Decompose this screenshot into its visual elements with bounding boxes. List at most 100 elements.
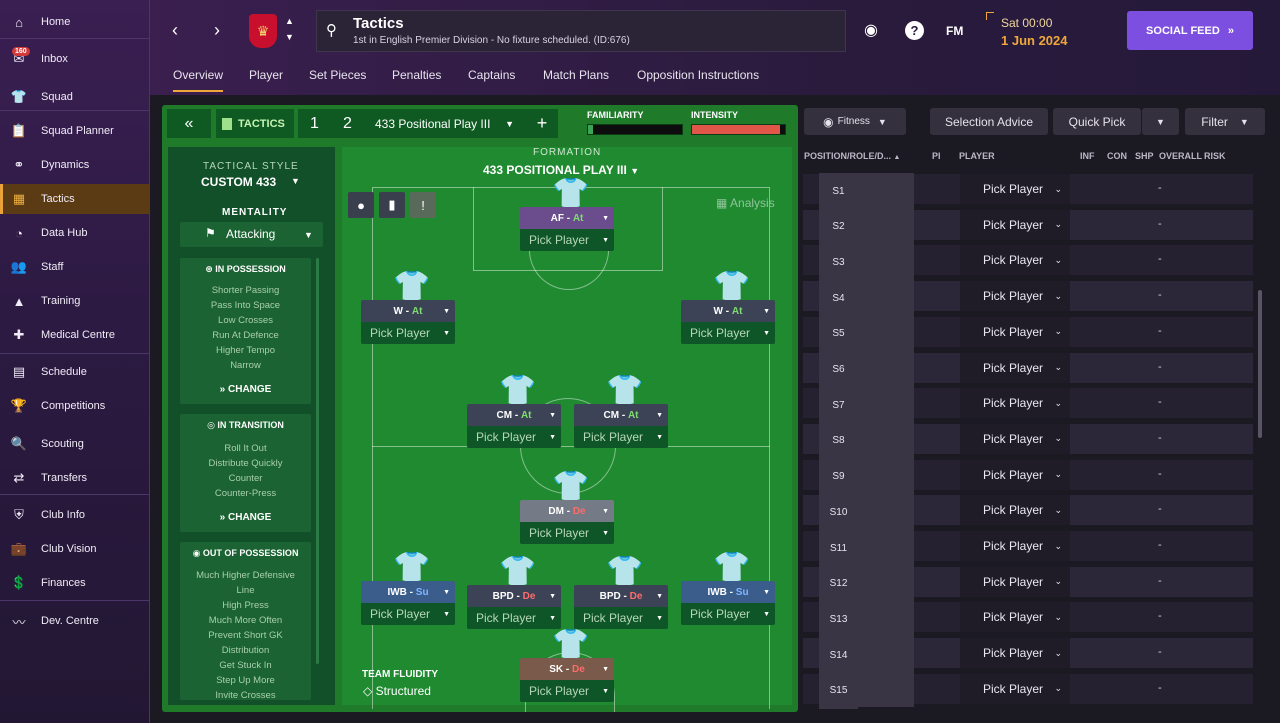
player-picker[interactable]: Pick Player ⌄ [960, 495, 1070, 526]
sidebar-item-inbox[interactable]: ✉ 160 Inbox [0, 44, 150, 74]
sidebar-item-home[interactable]: ⌂ Home [0, 7, 150, 37]
player-picker[interactable]: Pick Player ⌄ [960, 174, 1070, 204]
player-picker[interactable]: Pick Player ⌄ [960, 352, 1070, 383]
game-date[interactable]: 1 Jun 2024 [1001, 33, 1068, 48]
sidebar-item-club-vision[interactable]: 💼 Club Vision [0, 534, 150, 564]
instructions-scrollbar[interactable] [316, 258, 319, 664]
sidebar-item-data-hub[interactable]: ◔ Data Hub [0, 218, 150, 248]
column-header-pi[interactable]: PI [932, 151, 941, 161]
collapse-panel-button[interactable]: « [167, 109, 211, 138]
player-picker[interactable]: Pick Player ⌄ [960, 673, 1070, 704]
sidebar-item-tactics[interactable]: ▦ Tactics [0, 184, 150, 214]
tactic-name-dropdown[interactable]: 433 Positional Play III ▼ [364, 109, 526, 138]
pick-player-dropdown[interactable]: Pick Player ▼ [361, 603, 455, 625]
pick-player-dropdown[interactable]: Pick Player ▼ [467, 426, 561, 448]
tab-opposition-instructions[interactable]: Opposition Instructions [637, 68, 759, 82]
change-in-possession-button[interactable]: » CHANGE [180, 384, 311, 395]
sidebar-item-training[interactable]: ▲ Training [0, 286, 150, 316]
pick-player-dropdown[interactable]: Pick Player ▼ [574, 426, 668, 448]
column-header-risk[interactable]: RISK [1204, 151, 1226, 161]
player-picker[interactable]: Pick Player ⌄ [960, 209, 1070, 240]
sidebar-item-staff[interactable]: 👥 Staff [0, 252, 150, 282]
player-picker[interactable]: Pick Player ⌄ [960, 638, 1070, 669]
player-shirt-icon[interactable]: 👕 [552, 177, 589, 211]
column-header-shp[interactable]: SHP [1135, 151, 1154, 161]
tactic-slot-1[interactable]: 1 [298, 109, 331, 138]
quick-pick-button[interactable]: Quick Pick [1053, 108, 1141, 135]
player-shirt-icon[interactable]: 👕 [713, 270, 750, 304]
player-shirt-icon[interactable]: 👕 [552, 470, 589, 504]
pick-player-dropdown[interactable]: Pick Player ▼ [520, 680, 614, 702]
player-picker[interactable]: Pick Player ⌄ [960, 531, 1070, 561]
filter-dropdown[interactable]: Filter ▼ [1185, 108, 1265, 135]
globe-icon[interactable]: ◉ [864, 20, 878, 40]
player-shirt-icon[interactable]: 👕 [713, 551, 750, 585]
tactical-style-value[interactable]: CUSTOM 433 [201, 175, 276, 189]
role-selector[interactable]: IWB - Su ▼ [361, 581, 455, 603]
tab-penalties[interactable]: Penalties [392, 68, 441, 82]
pick-player-dropdown[interactable]: Pick Player ▼ [520, 522, 614, 544]
role-selector[interactable]: W - At ▼ [361, 300, 455, 322]
chevron-down-icon[interactable]: ▼ [285, 32, 294, 42]
role-selector[interactable]: CM - At ▼ [467, 404, 561, 426]
selection-advice-button[interactable]: Selection Advice [930, 108, 1048, 135]
stats-view-icon[interactable]: ▮ [379, 192, 405, 218]
tactic-slot-2[interactable]: 2 [331, 109, 364, 138]
back-arrow-icon[interactable]: ‹ [172, 20, 178, 41]
sidebar-item-schedule[interactable]: ▤ Schedule [0, 357, 150, 387]
sidebar-item-dev-centre[interactable]: 〰 Dev. Centre [0, 606, 150, 636]
change-in-transition-button[interactable]: » CHANGE [180, 512, 311, 523]
player-picker[interactable]: Pick Player ⌄ [960, 245, 1070, 276]
familiarity-meter[interactable] [587, 124, 683, 135]
add-tactic-button[interactable]: + [526, 109, 558, 138]
sidebar-item-transfers[interactable]: ⇄ Transfers [0, 463, 150, 493]
role-selector[interactable]: CM - At ▼ [574, 404, 668, 426]
tab-player[interactable]: Player [249, 68, 283, 82]
tab-set-pieces[interactable]: Set Pieces [309, 68, 366, 82]
sidebar-item-squad[interactable]: 👕 Squad [0, 82, 150, 112]
player-picker[interactable]: Pick Player ⌄ [960, 459, 1070, 490]
sidebar-item-dynamics[interactable]: ⚭ Dynamics [0, 150, 150, 180]
selection-scrollbar[interactable] [1258, 290, 1262, 438]
pick-player-dropdown[interactable]: Pick Player ▼ [520, 229, 614, 251]
tab-overview[interactable]: Overview [173, 68, 224, 92]
role-selector[interactable]: SK - De ▼ [520, 658, 614, 680]
info-view-icon[interactable]: ! [410, 192, 436, 218]
role-selector[interactable]: BPD - De ▼ [574, 585, 668, 607]
player-shirt-icon[interactable]: 👕 [606, 374, 643, 408]
club-crest-icon[interactable]: ♛ [249, 14, 277, 48]
player-view-icon[interactable]: ● [348, 192, 374, 218]
fm-menu-button[interactable]: FM [946, 24, 963, 38]
column-header-player[interactable]: PLAYER [959, 151, 995, 161]
chevron-up-icon[interactable]: ▲ [285, 16, 294, 26]
pick-player-dropdown[interactable]: Pick Player ▼ [681, 603, 775, 625]
search-icon[interactable]: ⚲ [326, 21, 337, 39]
player-shirt-icon[interactable]: 👕 [393, 551, 430, 585]
pick-player-dropdown[interactable]: Pick Player ▼ [467, 607, 561, 629]
column-header-overall[interactable]: OVERALL [1159, 151, 1202, 161]
sidebar-item-scouting[interactable]: 🔍 Scouting [0, 429, 150, 459]
pick-player-dropdown[interactable]: Pick Player ▼ [681, 322, 775, 344]
player-picker[interactable]: Pick Player ⌄ [960, 566, 1070, 597]
player-shirt-icon[interactable]: 👕 [499, 374, 536, 408]
sidebar-item-club-info[interactable]: ⛨ Club Info [0, 500, 150, 530]
sidebar-item-medical-centre[interactable]: ✚ Medical Centre [0, 320, 150, 350]
social-feed-button[interactable]: SOCIAL FEED » [1127, 11, 1253, 50]
forward-arrow-icon[interactable]: › [214, 20, 220, 41]
quick-pick-menu[interactable]: ▼ [1142, 108, 1179, 135]
role-selector[interactable]: IWB - Su ▼ [681, 581, 775, 603]
formation-dropdown[interactable]: 433 POSITIONAL PLAY III ▼ [483, 163, 639, 177]
role-selector[interactable]: BPD - De ▼ [467, 585, 561, 607]
player-picker[interactable]: Pick Player ⌄ [960, 388, 1070, 419]
player-shirt-icon[interactable]: 👕 [499, 555, 536, 589]
player-picker[interactable]: Pick Player ⌄ [960, 316, 1070, 347]
analysis-button[interactable]: ▦ Analysis [716, 196, 775, 210]
column-header-inf[interactable]: INF [1080, 151, 1095, 161]
pick-player-dropdown[interactable]: Pick Player ▼ [574, 607, 668, 629]
help-icon[interactable]: ? [905, 21, 924, 40]
column-header-position[interactable]: POSITION/ROLE/D... ▲ [804, 151, 900, 161]
fitness-dropdown[interactable]: ◉ Fitness ▼ [804, 108, 906, 135]
intensity-meter[interactable] [691, 124, 786, 135]
sidebar-item-finances[interactable]: 💲 Finances [0, 568, 150, 598]
player-picker[interactable]: Pick Player ⌄ [960, 423, 1070, 454]
